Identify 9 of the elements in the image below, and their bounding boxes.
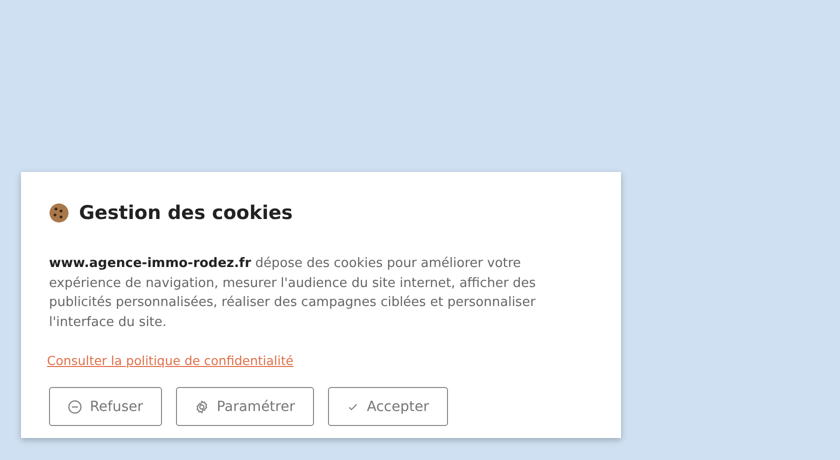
- settings-button[interactable]: Paramétrer: [176, 387, 314, 426]
- accept-button[interactable]: Accepter: [328, 387, 448, 426]
- settings-icon: [195, 398, 209, 414]
- dialog-title: Gestion des cookies: [79, 202, 293, 224]
- cookie-icon: [49, 203, 69, 223]
- privacy-link[interactable]: Consulter la politique de confidentialité: [47, 353, 294, 368]
- cookie-message: www.agence-immo-rodez.fr dépose des cookies pour améliorer votre expérience de navigation, mesurer l'audience du site internet, afficher des publicités personnalisées, réaliser des campagnes ciblées et personnaliser l'interface du site.: [49, 255, 537, 332]
- refuse-button[interactable]: Refuser: [49, 387, 162, 426]
- minus-circle-icon: [68, 398, 82, 414]
